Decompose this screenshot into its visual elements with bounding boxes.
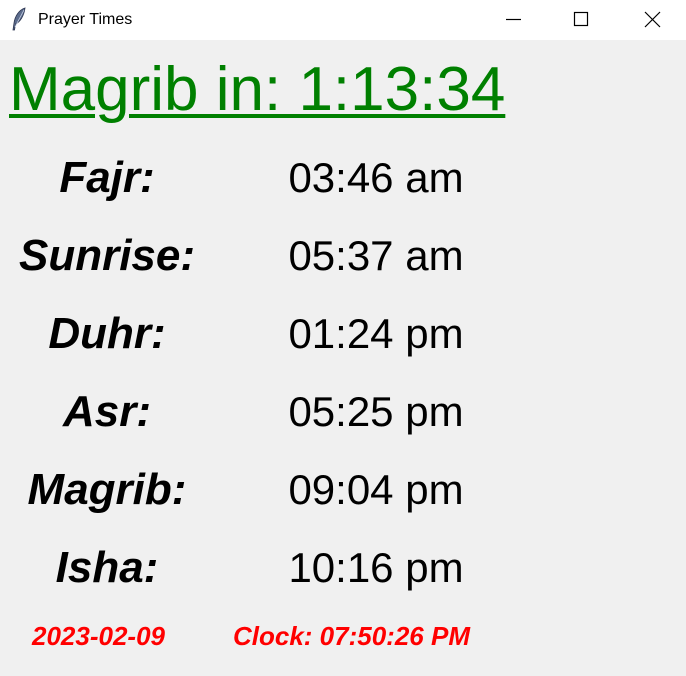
next-prayer-countdown: Magrib in: 1:13:34 (9, 55, 506, 124)
close-icon (644, 11, 661, 28)
maximize-icon (573, 11, 589, 27)
prayer-name-asr: Asr: (62, 387, 152, 436)
title-bar: Prayer Times (0, 0, 686, 40)
prayer-name-fajr: Fajr: (59, 153, 155, 202)
prayer-time-fajr: 03:46 am (288, 154, 464, 201)
prayer-time-asr: 05:25 pm (288, 388, 464, 435)
minimize-icon (506, 18, 521, 21)
close-button[interactable] (630, 0, 676, 40)
prayer-time-magrib: 09:04 pm (288, 466, 464, 513)
current-date: 2023-02-09 (32, 621, 165, 651)
prayer-time-duhr: 01:24 pm (288, 310, 464, 357)
current-clock: Clock: 07:50:26 PM (233, 621, 470, 651)
prayer-name-sunrise: Sunrise: (18, 231, 196, 280)
maximize-button[interactable] (558, 0, 604, 40)
feather-icon (10, 7, 28, 31)
prayer-time-sunrise: 05:37 am (288, 232, 464, 279)
prayer-name-duhr: Duhr: (48, 309, 166, 358)
window-title: Prayer Times (38, 11, 133, 28)
prayer-time-isha: 10:16 pm (288, 544, 464, 591)
minimize-button[interactable] (491, 0, 537, 40)
prayer-name-isha: Isha: (55, 543, 159, 592)
prayer-name-magrib: Magrib: (27, 465, 187, 514)
